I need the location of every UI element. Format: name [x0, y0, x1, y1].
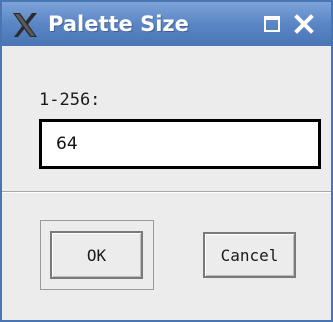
title-bar[interactable]: Palette Size	[2, 2, 331, 46]
palette-size-input[interactable]	[39, 119, 321, 169]
maximize-button[interactable]	[260, 12, 284, 36]
range-label: 1-256:	[39, 90, 101, 110]
close-button[interactable]	[292, 12, 316, 36]
close-icon	[294, 14, 314, 34]
maximize-icon	[264, 16, 280, 32]
window-title: Palette Size	[48, 12, 189, 36]
ok-button[interactable]: OK	[50, 231, 143, 279]
separator	[2, 191, 331, 193]
x-logo-icon	[13, 13, 37, 37]
cancel-button[interactable]: Cancel	[203, 232, 296, 278]
